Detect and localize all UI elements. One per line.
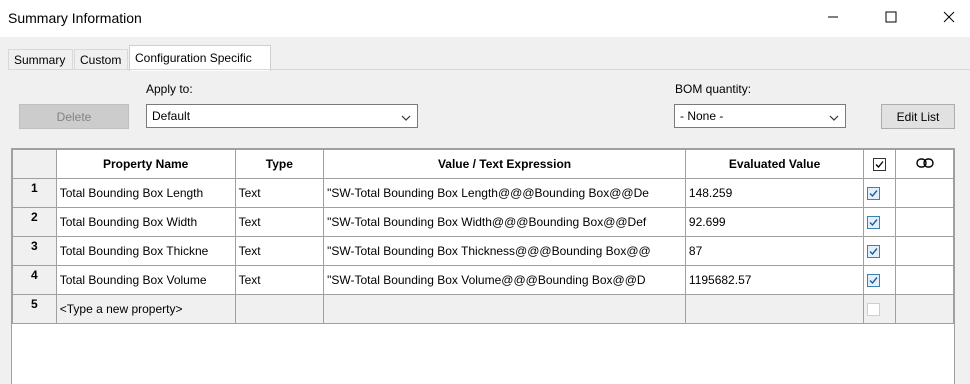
link-cell[interactable]	[895, 207, 954, 237]
property-name-cell[interactable]: Total Bounding Box Volume	[55, 265, 236, 295]
row-number[interactable]: 2	[12, 207, 57, 237]
link-cell[interactable]	[895, 265, 954, 295]
row-number[interactable]: 3	[12, 236, 57, 266]
table-row[interactable]: 3 Total Bounding Box Thickne Text "SW-To…	[12, 236, 954, 266]
value-expression-cell[interactable]	[323, 294, 686, 324]
new-property-row[interactable]: 5 <Type a new property>	[12, 294, 954, 324]
type-cell[interactable]: Text	[234, 265, 325, 295]
row-checkbox[interactable]	[867, 274, 881, 288]
link-cell[interactable]	[895, 236, 954, 266]
check-cell[interactable]	[863, 236, 897, 266]
tab-divider	[8, 69, 970, 70]
table-row[interactable]: 1 Total Bounding Box Length Text "SW-Tot…	[12, 178, 954, 208]
header-link-column[interactable]	[895, 149, 954, 179]
check-cell[interactable]	[863, 178, 897, 208]
row-checkbox[interactable]	[867, 216, 881, 230]
row-checkbox[interactable]	[867, 187, 881, 201]
delete-button[interactable]: Delete	[19, 104, 129, 129]
link-cell[interactable]	[895, 178, 954, 208]
evaluated-value-cell	[684, 294, 865, 324]
evaluated-value-cell: 148.259	[684, 178, 865, 208]
check-cell[interactable]	[863, 207, 897, 237]
apply-to-dropdown[interactable]: Default	[146, 104, 418, 128]
check-cell[interactable]	[863, 265, 897, 295]
properties-table: Property Name Type Value / Text Expressi…	[12, 149, 954, 324]
new-property-cell[interactable]: <Type a new property>	[55, 294, 236, 324]
apply-to-value: Default	[152, 109, 191, 123]
type-cell[interactable]: Text	[234, 178, 325, 208]
row-number[interactable]: 1	[12, 178, 57, 208]
evaluated-value-cell: 87	[684, 236, 865, 266]
bom-quantity-value: - None -	[680, 109, 724, 123]
bom-quantity-dropdown[interactable]: - None -	[674, 104, 846, 128]
minimize-button[interactable]	[810, 0, 856, 37]
header-check-column[interactable]	[863, 149, 897, 179]
window-title: Summary Information	[8, 10, 142, 26]
row-number[interactable]: 5	[12, 294, 57, 324]
type-cell[interactable]: Text	[234, 236, 325, 266]
dialog-panel: Summary Custom Configuration Specific De…	[0, 37, 970, 384]
type-cell[interactable]	[234, 294, 325, 324]
row-number[interactable]: 4	[12, 265, 57, 295]
title-bar: Summary Information	[0, 0, 970, 37]
row-checkbox[interactable]	[867, 303, 881, 317]
evaluated-value-cell: 92.699	[684, 207, 865, 237]
value-expression-cell[interactable]: "SW-Total Bounding Box Volume@@@Bounding…	[323, 265, 686, 295]
header-property-name[interactable]: Property Name	[55, 149, 236, 179]
table-row[interactable]: 2 Total Bounding Box Width Text "SW-Tota…	[12, 207, 954, 237]
property-name-cell[interactable]: Total Bounding Box Length	[55, 178, 236, 208]
tab-configuration-specific[interactable]: Configuration Specific	[129, 45, 271, 71]
header-type[interactable]: Type	[234, 149, 325, 179]
tab-summary[interactable]: Summary	[8, 49, 73, 70]
tab-custom[interactable]: Custom	[74, 49, 128, 70]
property-name-cell[interactable]: Total Bounding Box Thickne	[55, 236, 236, 266]
value-expression-cell[interactable]: "SW-Total Bounding Box Thickness@@@Bound…	[323, 236, 686, 266]
close-icon	[943, 11, 955, 26]
link-cell[interactable]	[895, 294, 954, 324]
edit-list-button[interactable]: Edit List	[881, 104, 955, 129]
close-button[interactable]	[926, 0, 970, 37]
link-icon	[915, 157, 934, 172]
header-evaluated-value[interactable]: Evaluated Value	[684, 149, 865, 179]
properties-grid: Property Name Type Value / Text Expressi…	[11, 148, 955, 384]
table-row[interactable]: 4 Total Bounding Box Volume Text "SW-Tot…	[12, 265, 954, 295]
check-cell[interactable]	[863, 294, 897, 324]
evaluated-value-cell: 1195682.57	[684, 265, 865, 295]
value-expression-cell[interactable]: "SW-Total Bounding Box Width@@@Bounding …	[323, 207, 686, 237]
grid-corner[interactable]	[12, 149, 57, 179]
maximize-button[interactable]	[868, 0, 914, 37]
type-cell[interactable]: Text	[234, 207, 325, 237]
maximize-icon	[885, 11, 897, 26]
value-expression-cell[interactable]: "SW-Total Bounding Box Length@@@Bounding…	[323, 178, 686, 208]
checkbox-all-icon[interactable]	[873, 158, 887, 172]
row-checkbox[interactable]	[867, 245, 881, 259]
bom-quantity-label: BOM quantity:	[675, 82, 752, 96]
chevron-down-icon	[829, 111, 839, 121]
property-name-cell[interactable]: Total Bounding Box Width	[55, 207, 236, 237]
apply-to-label: Apply to:	[146, 82, 193, 96]
chevron-down-icon	[401, 111, 411, 121]
header-value-expression[interactable]: Value / Text Expression	[323, 149, 686, 179]
minimize-icon	[827, 11, 839, 26]
